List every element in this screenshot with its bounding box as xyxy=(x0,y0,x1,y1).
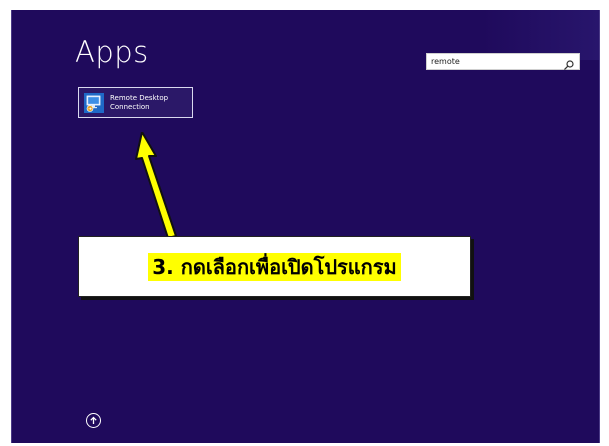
app-tile-label: Remote Desktop Connection xyxy=(110,93,169,111)
annotation-callout: 3. กดเลือกเพื่อเปิดโปรแกรม xyxy=(78,236,471,297)
search-icon[interactable] xyxy=(563,56,575,70)
scroll-up-button[interactable] xyxy=(86,413,101,428)
page-title: Apps xyxy=(75,35,149,69)
start-screen-apps-view: Apps Remote Desktop Connection xyxy=(11,10,600,443)
remote-desktop-icon xyxy=(84,92,104,113)
annotation-text: 3. กดเลือกเพื่อเปิดโปรแกรม xyxy=(148,252,401,281)
app-tile-remote-desktop[interactable]: Remote Desktop Connection xyxy=(78,87,193,118)
arrow-up-icon xyxy=(90,416,97,424)
annotation-arrow xyxy=(135,132,177,238)
search-input[interactable] xyxy=(427,54,559,69)
search-box[interactable] xyxy=(426,53,580,70)
